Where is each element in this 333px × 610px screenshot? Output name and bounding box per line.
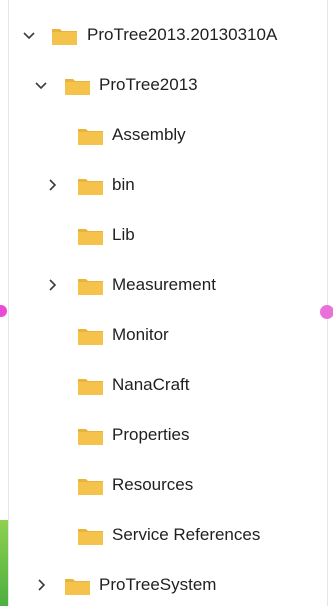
folder-icon <box>77 176 105 196</box>
folder-icon <box>51 26 79 46</box>
left-resize-handle[interactable] <box>0 305 7 317</box>
tree-item-nanacraft[interactable]: NanaCraft <box>9 360 327 410</box>
tree-item-protree2013[interactable]: ProTree2013 <box>9 60 327 110</box>
tree-item-label: Measurement <box>112 275 216 294</box>
folder-icon <box>77 326 105 346</box>
chevron-right-icon[interactable] <box>44 277 60 293</box>
tree-item-service-references[interactable]: Service References <box>9 510 327 560</box>
tree-item-protree2013-20130310a[interactable]: ProTree2013.20130310A <box>9 10 327 60</box>
tree-item-label: ProTreeSystem <box>99 575 217 594</box>
tree-item-properties[interactable]: Properties <box>9 410 327 460</box>
chevron-right-icon[interactable] <box>44 177 60 193</box>
folder-icon <box>77 376 105 396</box>
folder-tree: ProTree2013.20130310A ProTree2013 Assemb… <box>9 10 327 610</box>
tree-item-label: Properties <box>112 425 190 444</box>
folder-icon <box>77 426 105 446</box>
tree-item-label: Service References <box>112 525 261 544</box>
tree-item-monitor[interactable]: Monitor <box>9 310 327 360</box>
folder-icon <box>64 76 92 96</box>
folder-icon <box>77 476 105 496</box>
chevron-right-icon[interactable] <box>33 577 49 593</box>
tree-item-measurement[interactable]: Measurement <box>9 260 327 310</box>
tree-item-label: Lib <box>112 225 135 244</box>
folder-icon <box>77 126 105 146</box>
left-window-edge <box>0 0 9 606</box>
chevron-down-icon[interactable] <box>21 27 37 43</box>
tree-item-label: Resources <box>112 475 194 494</box>
chevron-down-icon[interactable] <box>33 77 49 93</box>
tree-item-label: bin <box>112 175 135 194</box>
tree-item-resources[interactable]: Resources <box>9 460 327 510</box>
tree-item-assembly[interactable]: Assembly <box>9 110 327 160</box>
tree-item-label: NanaCraft <box>112 375 190 394</box>
folder-tree-panel: ProTree2013.20130310A ProTree2013 Assemb… <box>8 0 333 606</box>
tree-item-label: Monitor <box>112 325 169 344</box>
folder-icon <box>77 526 105 546</box>
tree-item-protreesystem[interactable]: ProTreeSystem <box>9 560 327 610</box>
tree-item-label: ProTree2013.20130310A <box>87 25 278 44</box>
tree-item-bin[interactable]: bin <box>9 160 327 210</box>
tree-item-lib[interactable]: Lib <box>9 210 327 260</box>
tree-item-label: Assembly <box>112 125 186 144</box>
folder-icon <box>64 576 92 596</box>
folder-icon <box>77 226 105 246</box>
folder-icon <box>77 276 105 296</box>
tree-item-label: ProTree2013 <box>99 75 198 94</box>
